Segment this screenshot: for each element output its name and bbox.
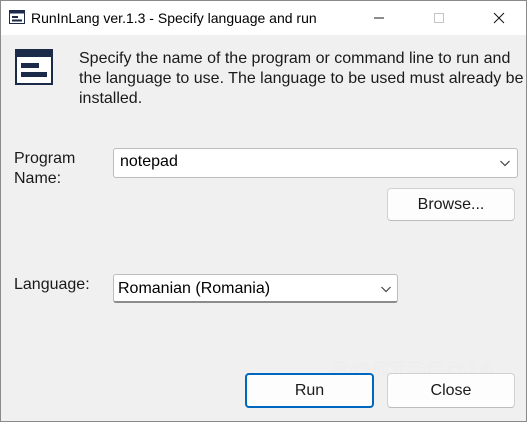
- close-window-button[interactable]: [476, 1, 522, 35]
- program-name-input[interactable]: [120, 153, 480, 171]
- program-window-icon: [15, 49, 53, 85]
- language-select[interactable]: Romanian (Romania): [113, 274, 398, 303]
- language-selected-value: Romanian (Romania): [118, 280, 271, 297]
- chevron-down-icon[interactable]: [499, 157, 511, 169]
- title-bar[interactable]: RunInLang ver.1.3 - Specify language and…: [1, 1, 526, 35]
- app-window-icon: [9, 10, 25, 24]
- minimize-icon: [374, 17, 384, 19]
- minimize-button[interactable]: [356, 1, 402, 35]
- browse-button[interactable]: Browse...: [387, 188, 515, 221]
- instructions-text: Specify the name of the program or comma…: [79, 50, 524, 107]
- language-label: Language:: [14, 276, 90, 293]
- run-button[interactable]: Run: [245, 373, 374, 408]
- maximize-button: [416, 1, 462, 35]
- close-button[interactable]: Close: [387, 373, 515, 408]
- program-name-label: Program Name:: [14, 150, 76, 187]
- dialog-content: Specify the name of the program or comma…: [1, 35, 526, 421]
- program-name-combobox[interactable]: [113, 148, 518, 178]
- maximize-icon: [434, 13, 444, 23]
- window-title: RunInLang ver.1.3 - Specify language and…: [31, 10, 317, 26]
- chevron-down-icon[interactable]: [380, 283, 392, 295]
- app-window: RunInLang ver.1.3 - Specify language and…: [0, 0, 527, 422]
- close-icon: [493, 12, 505, 24]
